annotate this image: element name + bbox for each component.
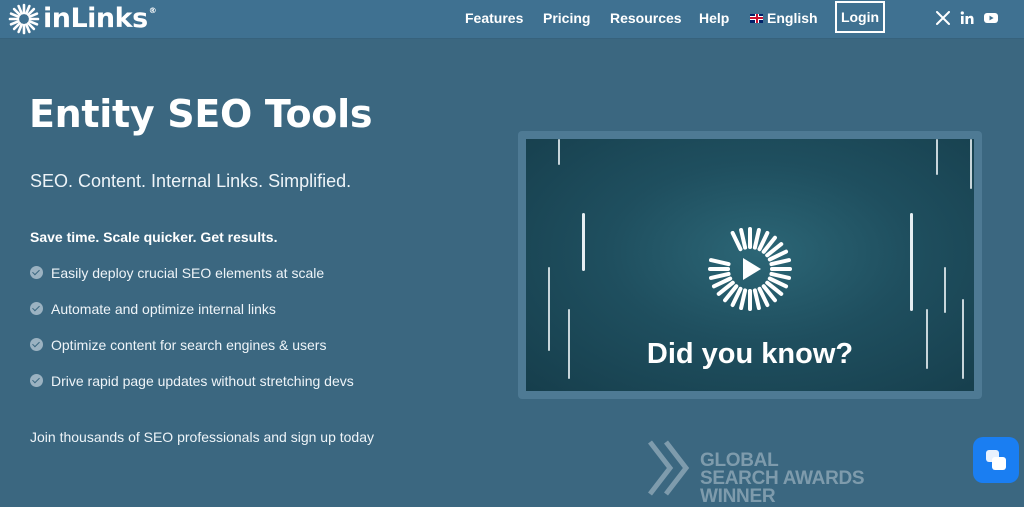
check-circle-icon bbox=[30, 374, 43, 387]
x-icon[interactable] bbox=[935, 10, 951, 26]
language-selector[interactable]: English bbox=[750, 0, 818, 38]
feature-item: Automate and optimize internal links bbox=[29, 300, 354, 336]
linkedin-icon[interactable] bbox=[959, 10, 975, 26]
youtube-icon[interactable] bbox=[983, 10, 999, 26]
signup-prompt: Join thousands of SEO professionals and … bbox=[30, 429, 374, 445]
video-frame: Did you know? bbox=[518, 131, 982, 399]
feature-item: Optimize content for search engines & us… bbox=[29, 336, 354, 372]
language-label: English bbox=[767, 10, 818, 26]
video-player[interactable]: Did you know? bbox=[526, 139, 974, 391]
feature-item: Easily deploy crucial SEO elements at sc… bbox=[29, 264, 354, 300]
nav-features[interactable]: Features bbox=[465, 0, 523, 38]
feature-item: Drive rapid page updates without stretch… bbox=[29, 372, 354, 408]
uk-flag-icon bbox=[750, 13, 763, 23]
chat-icon bbox=[986, 450, 1006, 470]
nav-help[interactable]: Help bbox=[699, 0, 729, 38]
check-circle-icon bbox=[30, 302, 43, 315]
login-button[interactable]: Login bbox=[835, 1, 885, 33]
award-chevron-icon bbox=[648, 440, 690, 496]
logo-wordmark: inLinks® bbox=[43, 3, 157, 34]
hero-lead: Save time. Scale quicker. Get results. bbox=[30, 229, 278, 245]
chat-widget-button[interactable] bbox=[973, 437, 1019, 483]
award-text: GLOBAL SEARCH AWARDS WINNER bbox=[700, 450, 865, 507]
global-search-awards-badge: GLOBAL SEARCH AWARDS WINNER bbox=[648, 438, 868, 506]
check-circle-icon bbox=[30, 338, 43, 351]
inlinks-logo-icon bbox=[8, 3, 40, 35]
nav-pricing[interactable]: Pricing bbox=[543, 0, 590, 38]
play-icon[interactable] bbox=[706, 225, 794, 313]
video-caption: Did you know? bbox=[646, 338, 854, 370]
top-navigation: inLinks® Features Pricing Resources Help… bbox=[0, 0, 1024, 39]
page-title: Entity SEO Tools bbox=[29, 92, 373, 136]
feature-list: Easily deploy crucial SEO elements at sc… bbox=[29, 264, 354, 408]
nav-resources[interactable]: Resources bbox=[610, 0, 682, 38]
hero-subtitle: SEO. Content. Internal Links. Simplified… bbox=[30, 171, 352, 191]
inlinks-logo[interactable]: inLinks® bbox=[8, 3, 157, 35]
check-circle-icon bbox=[30, 266, 43, 279]
